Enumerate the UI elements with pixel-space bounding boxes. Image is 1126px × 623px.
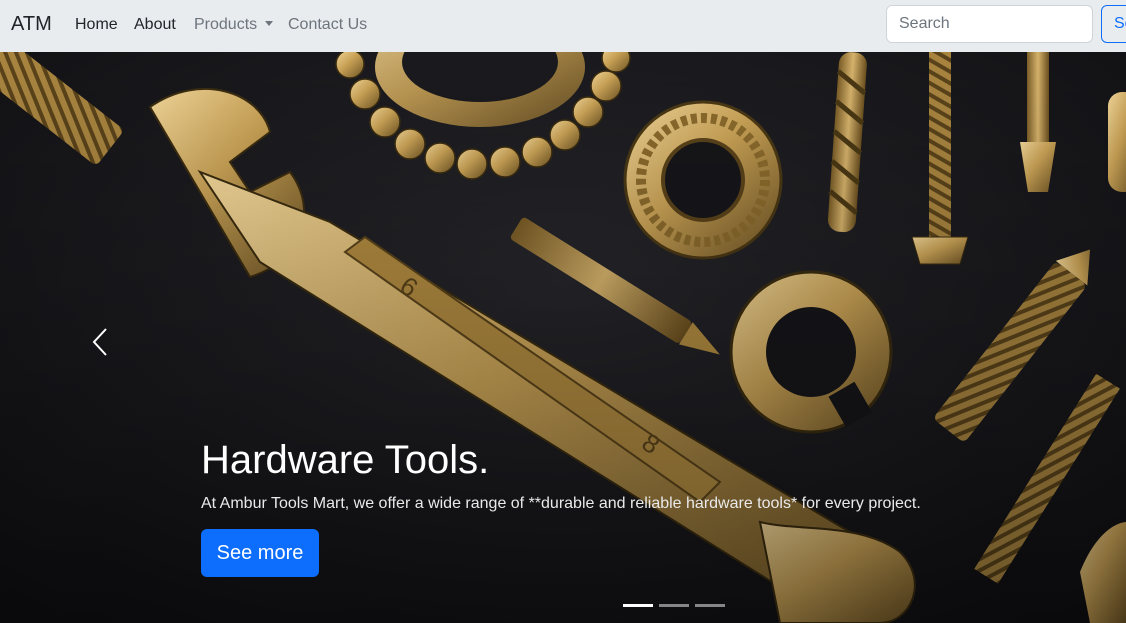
see-more-button[interactable]: See more [201, 529, 319, 577]
chevron-left-icon [92, 328, 107, 356]
hero-carousel: 6 8 Hardware Too [0, 52, 1126, 623]
hero-image-hardware-tools: 6 8 [0, 52, 1126, 623]
carousel-indicator-1[interactable] [623, 604, 653, 607]
carousel-prev-button[interactable] [80, 314, 120, 370]
brand-logo[interactable]: ATM [11, 13, 52, 36]
search-button[interactable]: Se [1101, 5, 1126, 43]
carousel-indicators [623, 604, 725, 607]
carousel-indicator-3[interactable] [695, 604, 725, 607]
top-navbar: ATM Home About Products Contact Us Se [0, 0, 1126, 52]
nav-products-label: Products [194, 16, 258, 33]
carousel-caption: Hardware Tools. At Ambur Tools Mart, we … [201, 436, 1001, 514]
nav-products-dropdown[interactable]: Products [194, 16, 274, 34]
nav-home[interactable]: Home [75, 16, 118, 34]
slide-title: Hardware Tools. [201, 438, 490, 482]
chevron-down-icon [265, 21, 274, 26]
nav-contact-us[interactable]: Contact Us [288, 16, 367, 34]
carousel-indicator-2[interactable] [659, 604, 689, 607]
slide-description: At Ambur Tools Mart, we offer a wide ran… [201, 495, 921, 512]
search-input[interactable] [886, 5, 1093, 43]
nav-about[interactable]: About [134, 16, 176, 34]
